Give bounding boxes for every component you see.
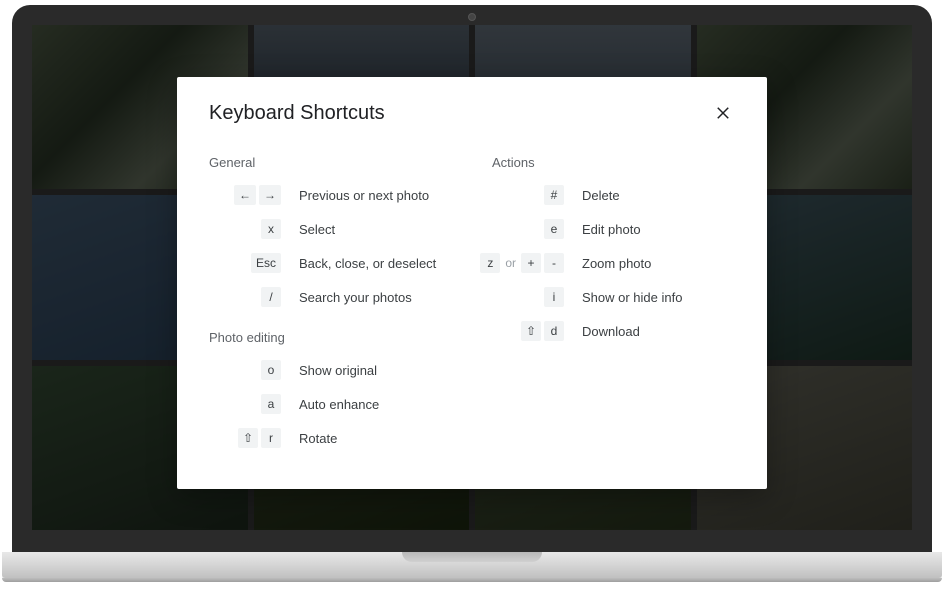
shortcut-desc: Back, close, or deselect	[299, 256, 436, 271]
section-heading-general: General	[209, 155, 452, 170]
laptop-frame: Keyboard Shortcuts General ← →	[12, 5, 932, 578]
shortcut-row: / Search your photos	[209, 286, 452, 308]
screen: Keyboard Shortcuts General ← →	[32, 25, 912, 530]
shortcut-row: a Auto enhance	[209, 393, 452, 415]
shortcut-columns: General ← → Previous or next photo	[209, 151, 735, 461]
shortcut-keys: e	[492, 219, 564, 239]
shortcut-keys: #	[492, 185, 564, 205]
key-r: r	[261, 428, 281, 448]
shortcut-keys: o	[209, 360, 281, 380]
shortcut-desc: Download	[582, 324, 640, 339]
laptop-camera	[468, 13, 476, 21]
shortcut-row: i Show or hide info	[492, 286, 735, 308]
shortcut-keys: ⇧ r	[209, 428, 281, 448]
shortcut-keys: Esc	[209, 253, 281, 273]
shortcut-desc: Edit photo	[582, 222, 641, 237]
shortcut-row: Esc Back, close, or deselect	[209, 252, 452, 274]
key-x: x	[261, 219, 281, 239]
shortcut-desc: Search your photos	[299, 290, 412, 305]
laptop-base	[2, 552, 942, 578]
shortcut-desc: Previous or next photo	[299, 188, 429, 203]
key-separator-or: or	[503, 256, 518, 270]
section-actions: Actions # Delete e	[492, 155, 735, 342]
section-general: General ← → Previous or next photo	[209, 155, 452, 308]
key-plus: +	[521, 253, 541, 273]
close-icon	[714, 104, 732, 122]
dialog-title: Keyboard Shortcuts	[209, 102, 385, 125]
key-arrow-right: →	[259, 185, 281, 205]
key-minus: -	[544, 253, 564, 273]
shortcut-keys: i	[492, 287, 564, 307]
key-o: o	[261, 360, 281, 380]
shortcut-keys: x	[209, 219, 281, 239]
key-esc: Esc	[251, 253, 281, 273]
key-z: z	[480, 253, 500, 273]
shortcut-desc: Rotate	[299, 431, 337, 446]
shortcut-row: o Show original	[209, 359, 452, 381]
key-e: e	[544, 219, 564, 239]
key-shift: ⇧	[238, 428, 258, 448]
shortcut-row: ⇧ r Rotate	[209, 427, 452, 449]
shortcut-row: ← → Previous or next photo	[209, 184, 452, 206]
shortcut-row: e Edit photo	[492, 218, 735, 240]
shortcut-desc: Auto enhance	[299, 397, 379, 412]
shortcut-desc: Select	[299, 222, 335, 237]
shortcut-desc: Show or hide info	[582, 290, 682, 305]
section-heading-actions: Actions	[492, 155, 735, 170]
shortcut-keys: ⇧ d	[492, 321, 564, 341]
shortcut-keys: /	[209, 287, 281, 307]
shortcut-desc: Delete	[582, 188, 620, 203]
key-arrow-left: ←	[234, 185, 256, 205]
key-i: i	[544, 287, 564, 307]
shortcut-keys: a	[209, 394, 281, 414]
close-button[interactable]	[711, 101, 735, 125]
column-left: General ← → Previous or next photo	[209, 151, 452, 461]
shortcut-desc: Zoom photo	[582, 256, 651, 271]
shortcut-keys: ← →	[209, 185, 281, 205]
shortcut-keys: z or + -	[492, 253, 564, 273]
key-hash: #	[544, 185, 564, 205]
dialog-header: Keyboard Shortcuts	[209, 101, 735, 125]
shortcut-row: x Select	[209, 218, 452, 240]
keyboard-shortcuts-dialog: Keyboard Shortcuts General ← →	[177, 77, 767, 489]
shortcut-row: ⇧ d Download	[492, 320, 735, 342]
screen-bezel: Keyboard Shortcuts General ← →	[12, 5, 932, 552]
key-slash: /	[261, 287, 281, 307]
key-shift: ⇧	[521, 321, 541, 341]
shortcut-row: z or + - Zoom photo	[492, 252, 735, 274]
key-a: a	[261, 394, 281, 414]
section-heading-photo-editing: Photo editing	[209, 330, 452, 345]
shortcut-row: # Delete	[492, 184, 735, 206]
shortcut-desc: Show original	[299, 363, 377, 378]
key-d: d	[544, 321, 564, 341]
column-right: Actions # Delete e	[492, 151, 735, 461]
section-photo-editing: Photo editing o Show original a	[209, 330, 452, 449]
